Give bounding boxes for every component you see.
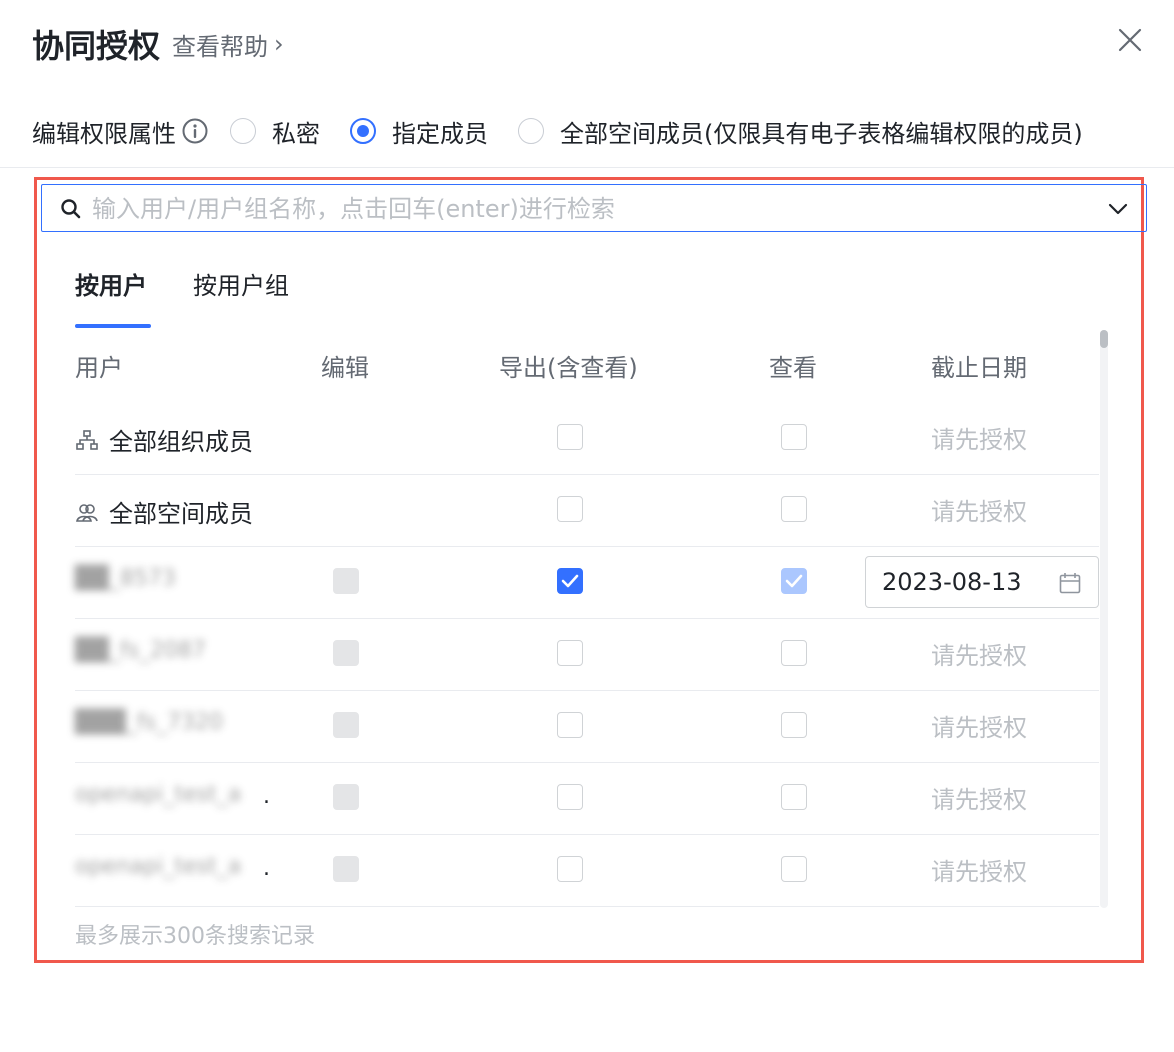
divider <box>0 167 1174 168</box>
edit-checkbox <box>333 712 359 738</box>
radio-specified-members[interactable]: 指定成员 <box>350 114 488 149</box>
search-input[interactable] <box>90 191 1074 227</box>
user-name-blurred: ███_fs_7320 <box>75 710 223 735</box>
export-checkbox[interactable] <box>557 496 583 522</box>
deadline-date-picker[interactable]: 2023-08-13 <box>865 556 1099 608</box>
tab-by-user-group[interactable]: 按用户组 <box>193 266 289 301</box>
dialog-title: 协同授权 <box>32 27 161 65</box>
member-picker-panel: 按用户 按用户组 用户 编辑 导出(含查看) 查看 截止日期 全部组织成员 请先… <box>34 177 1147 963</box>
user-name-blurred: ██_fs_2087 <box>75 638 207 663</box>
user-name-blurred: ██_8573 <box>75 566 176 591</box>
deadline-hint: 请先授权 <box>931 858 1027 886</box>
radio-circle <box>518 118 544 144</box>
table-row: ██_fs_2087 请先授权 <box>75 618 1099 691</box>
edit-checkbox <box>333 568 359 594</box>
column-header-view: 查看 <box>769 354 817 382</box>
date-value: 2023-08-13 <box>882 568 1022 596</box>
export-checkbox[interactable] <box>557 640 583 666</box>
deadline-hint: 请先授权 <box>931 642 1027 670</box>
help-link[interactable]: 查看帮助 › <box>172 27 284 62</box>
user-cell: 全部空间成员 <box>75 494 253 529</box>
user-name: 全部空间成员 <box>109 500 253 528</box>
active-tab-indicator <box>75 324 151 328</box>
export-checkbox[interactable] <box>557 856 583 882</box>
radio-circle-selected <box>350 118 376 144</box>
view-checkbox[interactable] <box>781 640 807 666</box>
table-row: 全部组织成员 请先授权 <box>75 402 1099 475</box>
user-name-blurred: openapi_test_a <box>75 854 242 879</box>
user-cell: openapi_test_a <box>75 854 241 879</box>
user-cell: ██_fs_2087 <box>75 638 206 663</box>
view-checkbox[interactable] <box>781 784 807 810</box>
close-icon[interactable] <box>1116 26 1144 54</box>
edit-checkbox <box>333 640 359 666</box>
chevron-right-icon: › <box>274 30 284 58</box>
truncation-dot: . <box>263 784 270 809</box>
truncation-dot: . <box>263 856 270 881</box>
export-checkbox[interactable] <box>557 568 583 594</box>
edit-permission-label: 编辑权限属性 <box>32 119 176 148</box>
radio-all-space-members[interactable]: 全部空间成员(仅限具有电子表格编辑权限的成员) <box>518 114 1083 149</box>
export-checkbox[interactable] <box>557 712 583 738</box>
radio-circle <box>230 118 256 144</box>
user-cell: openapi_test_a <box>75 782 241 807</box>
view-checkbox <box>781 568 807 594</box>
user-name-blurred: openapi_test_a <box>75 782 242 807</box>
deadline-hint: 请先授权 <box>931 498 1027 526</box>
column-header-user: 用户 <box>75 354 123 382</box>
view-checkbox[interactable] <box>781 712 807 738</box>
search-icon <box>61 199 81 219</box>
check-icon <box>561 574 579 588</box>
search-box[interactable] <box>41 184 1147 232</box>
export-checkbox[interactable] <box>557 424 583 450</box>
user-cell: ███_fs_7320 <box>75 710 223 735</box>
org-tree-icon <box>76 429 98 450</box>
column-header-deadline: 截止日期 <box>931 354 1027 382</box>
radio-label: 指定成员 <box>392 119 488 148</box>
radio-label: 私密 <box>272 119 320 148</box>
deadline-hint: 请先授权 <box>931 714 1027 742</box>
edit-checkbox <box>333 784 359 810</box>
edit-permission-row: 编辑权限属性 私密 指定成员 全部空间成员(仅限具有电子表格编辑权限的成员) <box>32 110 1083 152</box>
tab-by-user[interactable]: 按用户 <box>75 266 147 301</box>
user-name: 全部组织成员 <box>109 428 253 456</box>
scroll-thumb[interactable] <box>1100 330 1108 348</box>
table-row: openapi_test_a . 请先授权 <box>75 762 1099 835</box>
user-cell: ██_8573 <box>75 566 176 591</box>
info-icon[interactable] <box>182 118 208 144</box>
radio-label: 全部空间成员(仅限具有电子表格编辑权限的成员) <box>560 119 1083 148</box>
edit-checkbox <box>333 856 359 882</box>
radio-private[interactable]: 私密 <box>230 114 320 149</box>
view-checkbox[interactable] <box>781 424 807 450</box>
check-icon <box>785 574 803 588</box>
calendar-icon <box>1059 573 1081 594</box>
table-scrollbar[interactable] <box>1100 330 1108 908</box>
deadline-hint: 请先授权 <box>931 426 1027 454</box>
view-checkbox[interactable] <box>781 856 807 882</box>
export-checkbox[interactable] <box>557 784 583 810</box>
group-users-icon <box>76 503 98 522</box>
table-row: 全部空间成员 请先授权 <box>75 474 1099 547</box>
dialog-header: 协同授权 查看帮助 › <box>32 22 284 66</box>
table-row: ██_8573 2023-08-13 <box>75 546 1099 619</box>
column-header-edit: 编辑 <box>321 354 369 382</box>
chevron-down-icon[interactable] <box>1106 199 1130 219</box>
deadline-hint: 请先授权 <box>931 786 1027 814</box>
user-cell: 全部组织成员 <box>75 422 253 457</box>
table-row: openapi_test_a . 请先授权 <box>75 834 1099 907</box>
view-checkbox[interactable] <box>781 496 807 522</box>
column-header-export: 导出(含查看) <box>499 354 638 382</box>
footer-note: 最多展示300条搜索记录 <box>75 924 315 949</box>
table-row: ███_fs_7320 请先授权 <box>75 690 1099 763</box>
help-link-label: 查看帮助 <box>172 32 269 61</box>
